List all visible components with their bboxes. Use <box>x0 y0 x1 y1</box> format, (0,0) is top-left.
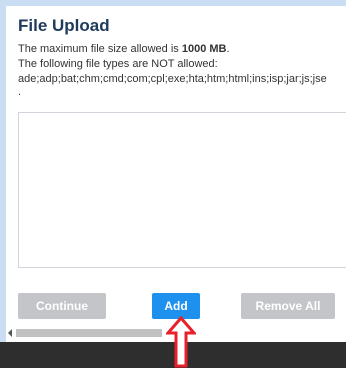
max-size-value: 1000 MB <box>181 43 227 55</box>
dialog-title: File Upload <box>18 16 110 35</box>
file-drop-area[interactable] <box>18 112 346 268</box>
max-size-text: The maximum file size allowed is 1000 MB… <box>18 43 230 55</box>
scrollbar-thumb[interactable] <box>16 329 162 337</box>
disallowed-types-end: . <box>18 86 22 98</box>
scroll-left-icon[interactable] <box>8 329 12 337</box>
file-upload-dialog: File Upload The maximum file size allowe… <box>6 6 346 342</box>
continue-button[interactable]: Continue <box>18 293 106 319</box>
max-size-suffix: . <box>226 43 230 55</box>
page-background: File Upload The maximum file size allowe… <box>0 0 346 368</box>
disallowed-types-list: ade;adp;bat;chm;cmd;com;cpl;exe;hta;htm;… <box>18 73 327 85</box>
remove-all-button[interactable]: Remove All <box>241 293 335 319</box>
disallowed-intro: The following file types are NOT allowed… <box>18 58 218 70</box>
red-arrow-icon <box>166 316 196 368</box>
max-size-prefix: The maximum file size allowed is <box>18 43 182 55</box>
